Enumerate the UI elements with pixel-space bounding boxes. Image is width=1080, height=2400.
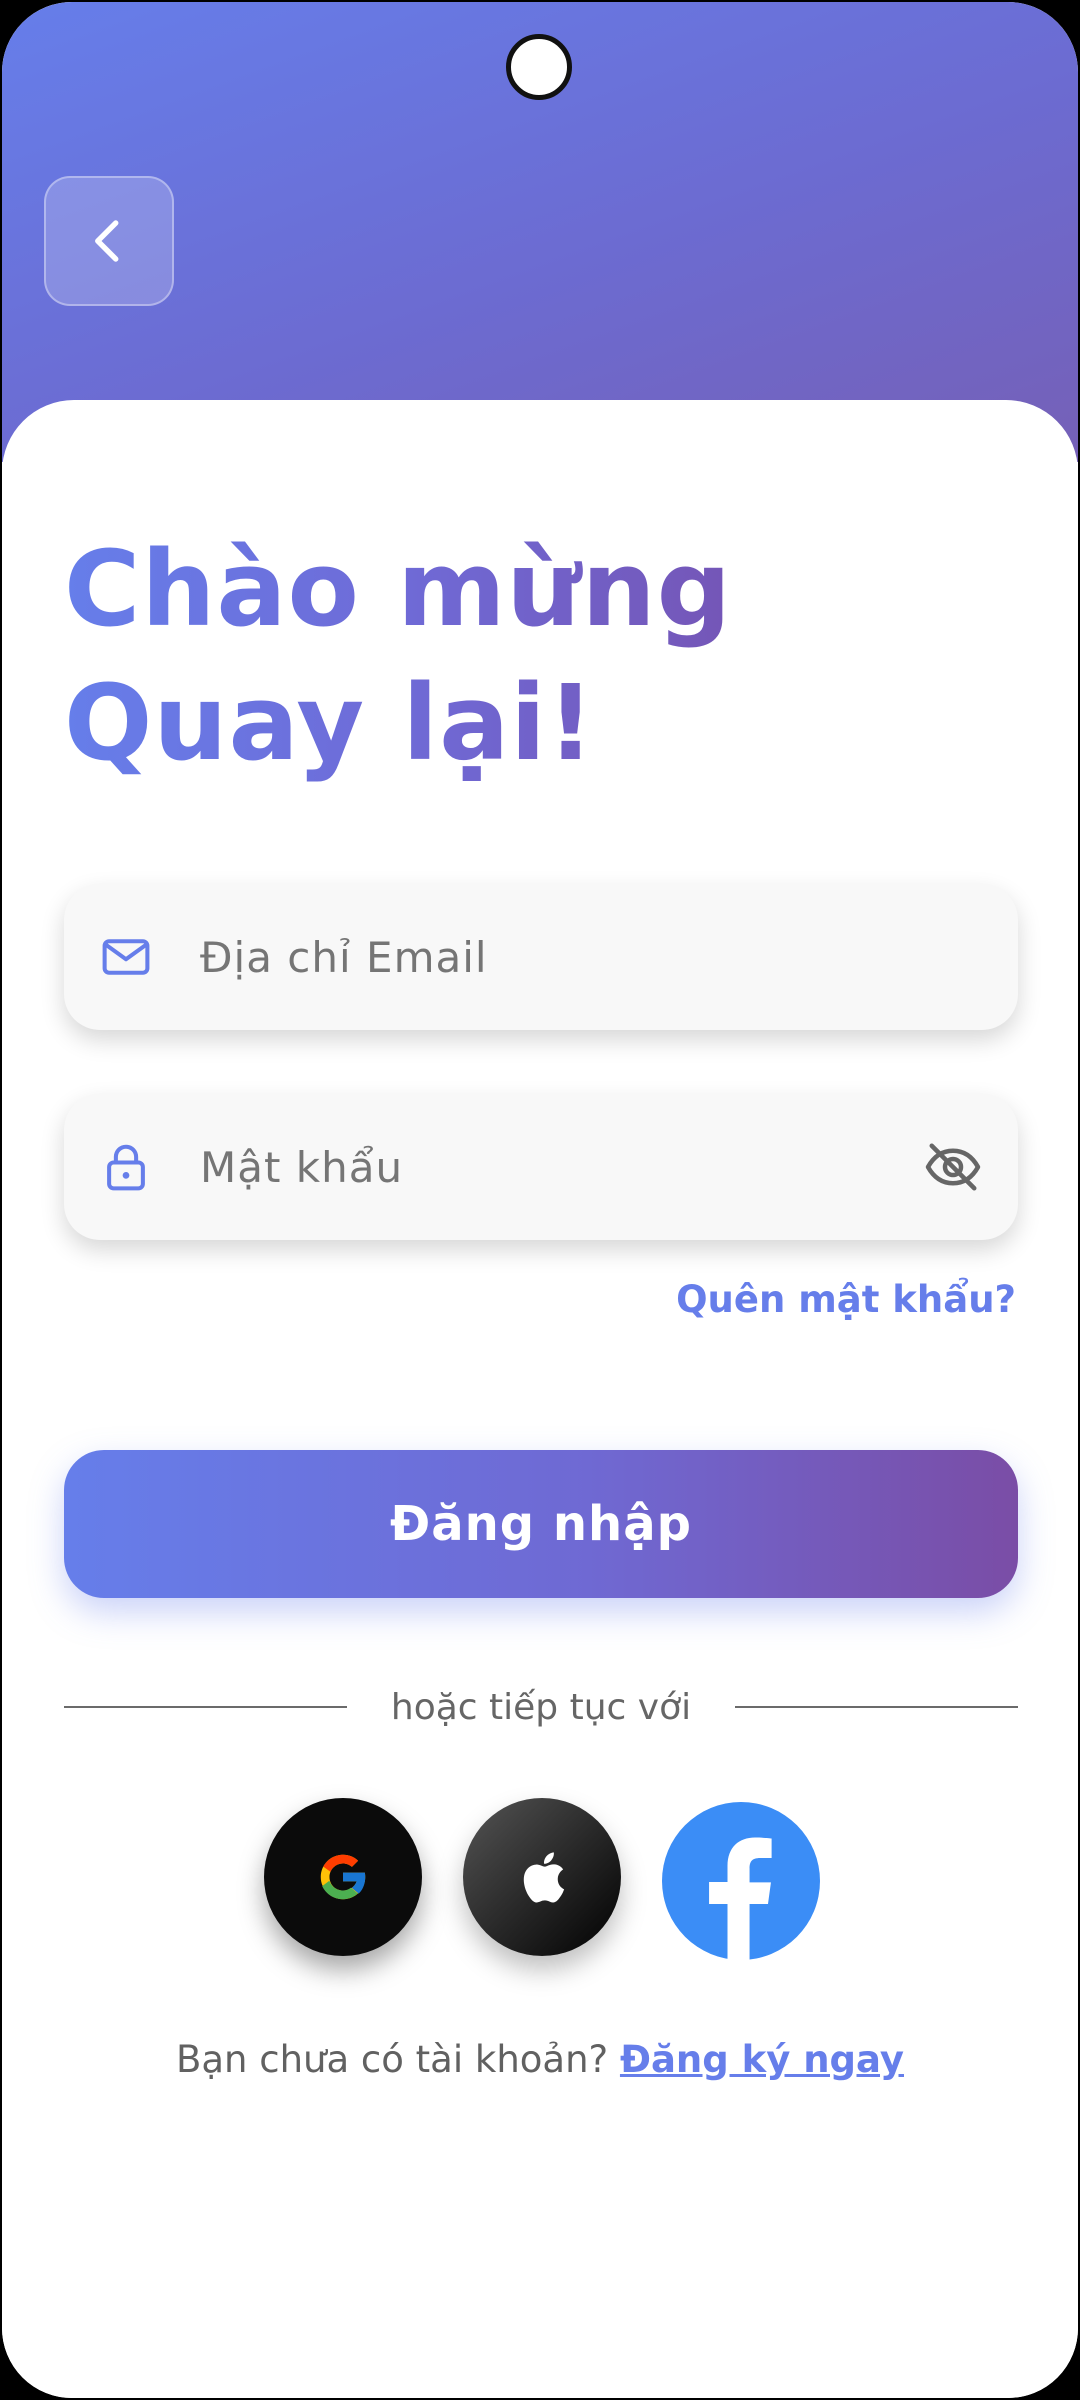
password-input[interactable]	[198, 1141, 918, 1193]
mail-icon	[98, 929, 154, 985]
google-login-button[interactable]	[264, 1798, 422, 1956]
camera-cutout	[506, 34, 572, 100]
login-button[interactable]: Đăng nhập	[64, 1450, 1018, 1598]
signup-link[interactable]: Đăng ký ngay	[620, 2038, 904, 2081]
phone-screen: Chào mừng Quay lại! Qu	[0, 0, 1080, 2400]
divider: hoặc tiếp tục với	[64, 1682, 1019, 1732]
email-input[interactable]	[198, 931, 1018, 983]
signup-question: Bạn chưa có tài khoản?	[175, 2038, 620, 2081]
page-title: Chào mừng Quay lại!	[64, 522, 824, 790]
facebook-icon	[662, 1802, 820, 1960]
lock-icon	[98, 1139, 154, 1195]
title-line-2: Quay lại!	[64, 662, 596, 784]
back-button[interactable]	[44, 176, 174, 306]
divider-line-left	[64, 1706, 347, 1708]
signup-row: Bạn chưa có tài khoản? Đăng ký ngay	[2, 2038, 1078, 2081]
email-field[interactable]	[64, 884, 1018, 1030]
password-field[interactable]	[64, 1094, 1018, 1240]
eye-off-icon	[925, 1143, 981, 1191]
toggle-password-visibility[interactable]	[918, 1132, 988, 1202]
chevron-left-icon	[95, 220, 119, 262]
apple-login-button[interactable]	[463, 1798, 621, 1956]
title-line-1: Chào mừng	[64, 528, 733, 650]
facebook-login-button[interactable]	[662, 1802, 820, 1960]
forgot-password-link[interactable]: Quên mật khẩu?	[676, 1278, 1016, 1321]
divider-text: hoặc tiếp tục với	[390, 1686, 692, 1728]
google-icon	[320, 1854, 367, 1900]
divider-line-right	[735, 1706, 1019, 1708]
apple-icon	[523, 1852, 565, 1903]
